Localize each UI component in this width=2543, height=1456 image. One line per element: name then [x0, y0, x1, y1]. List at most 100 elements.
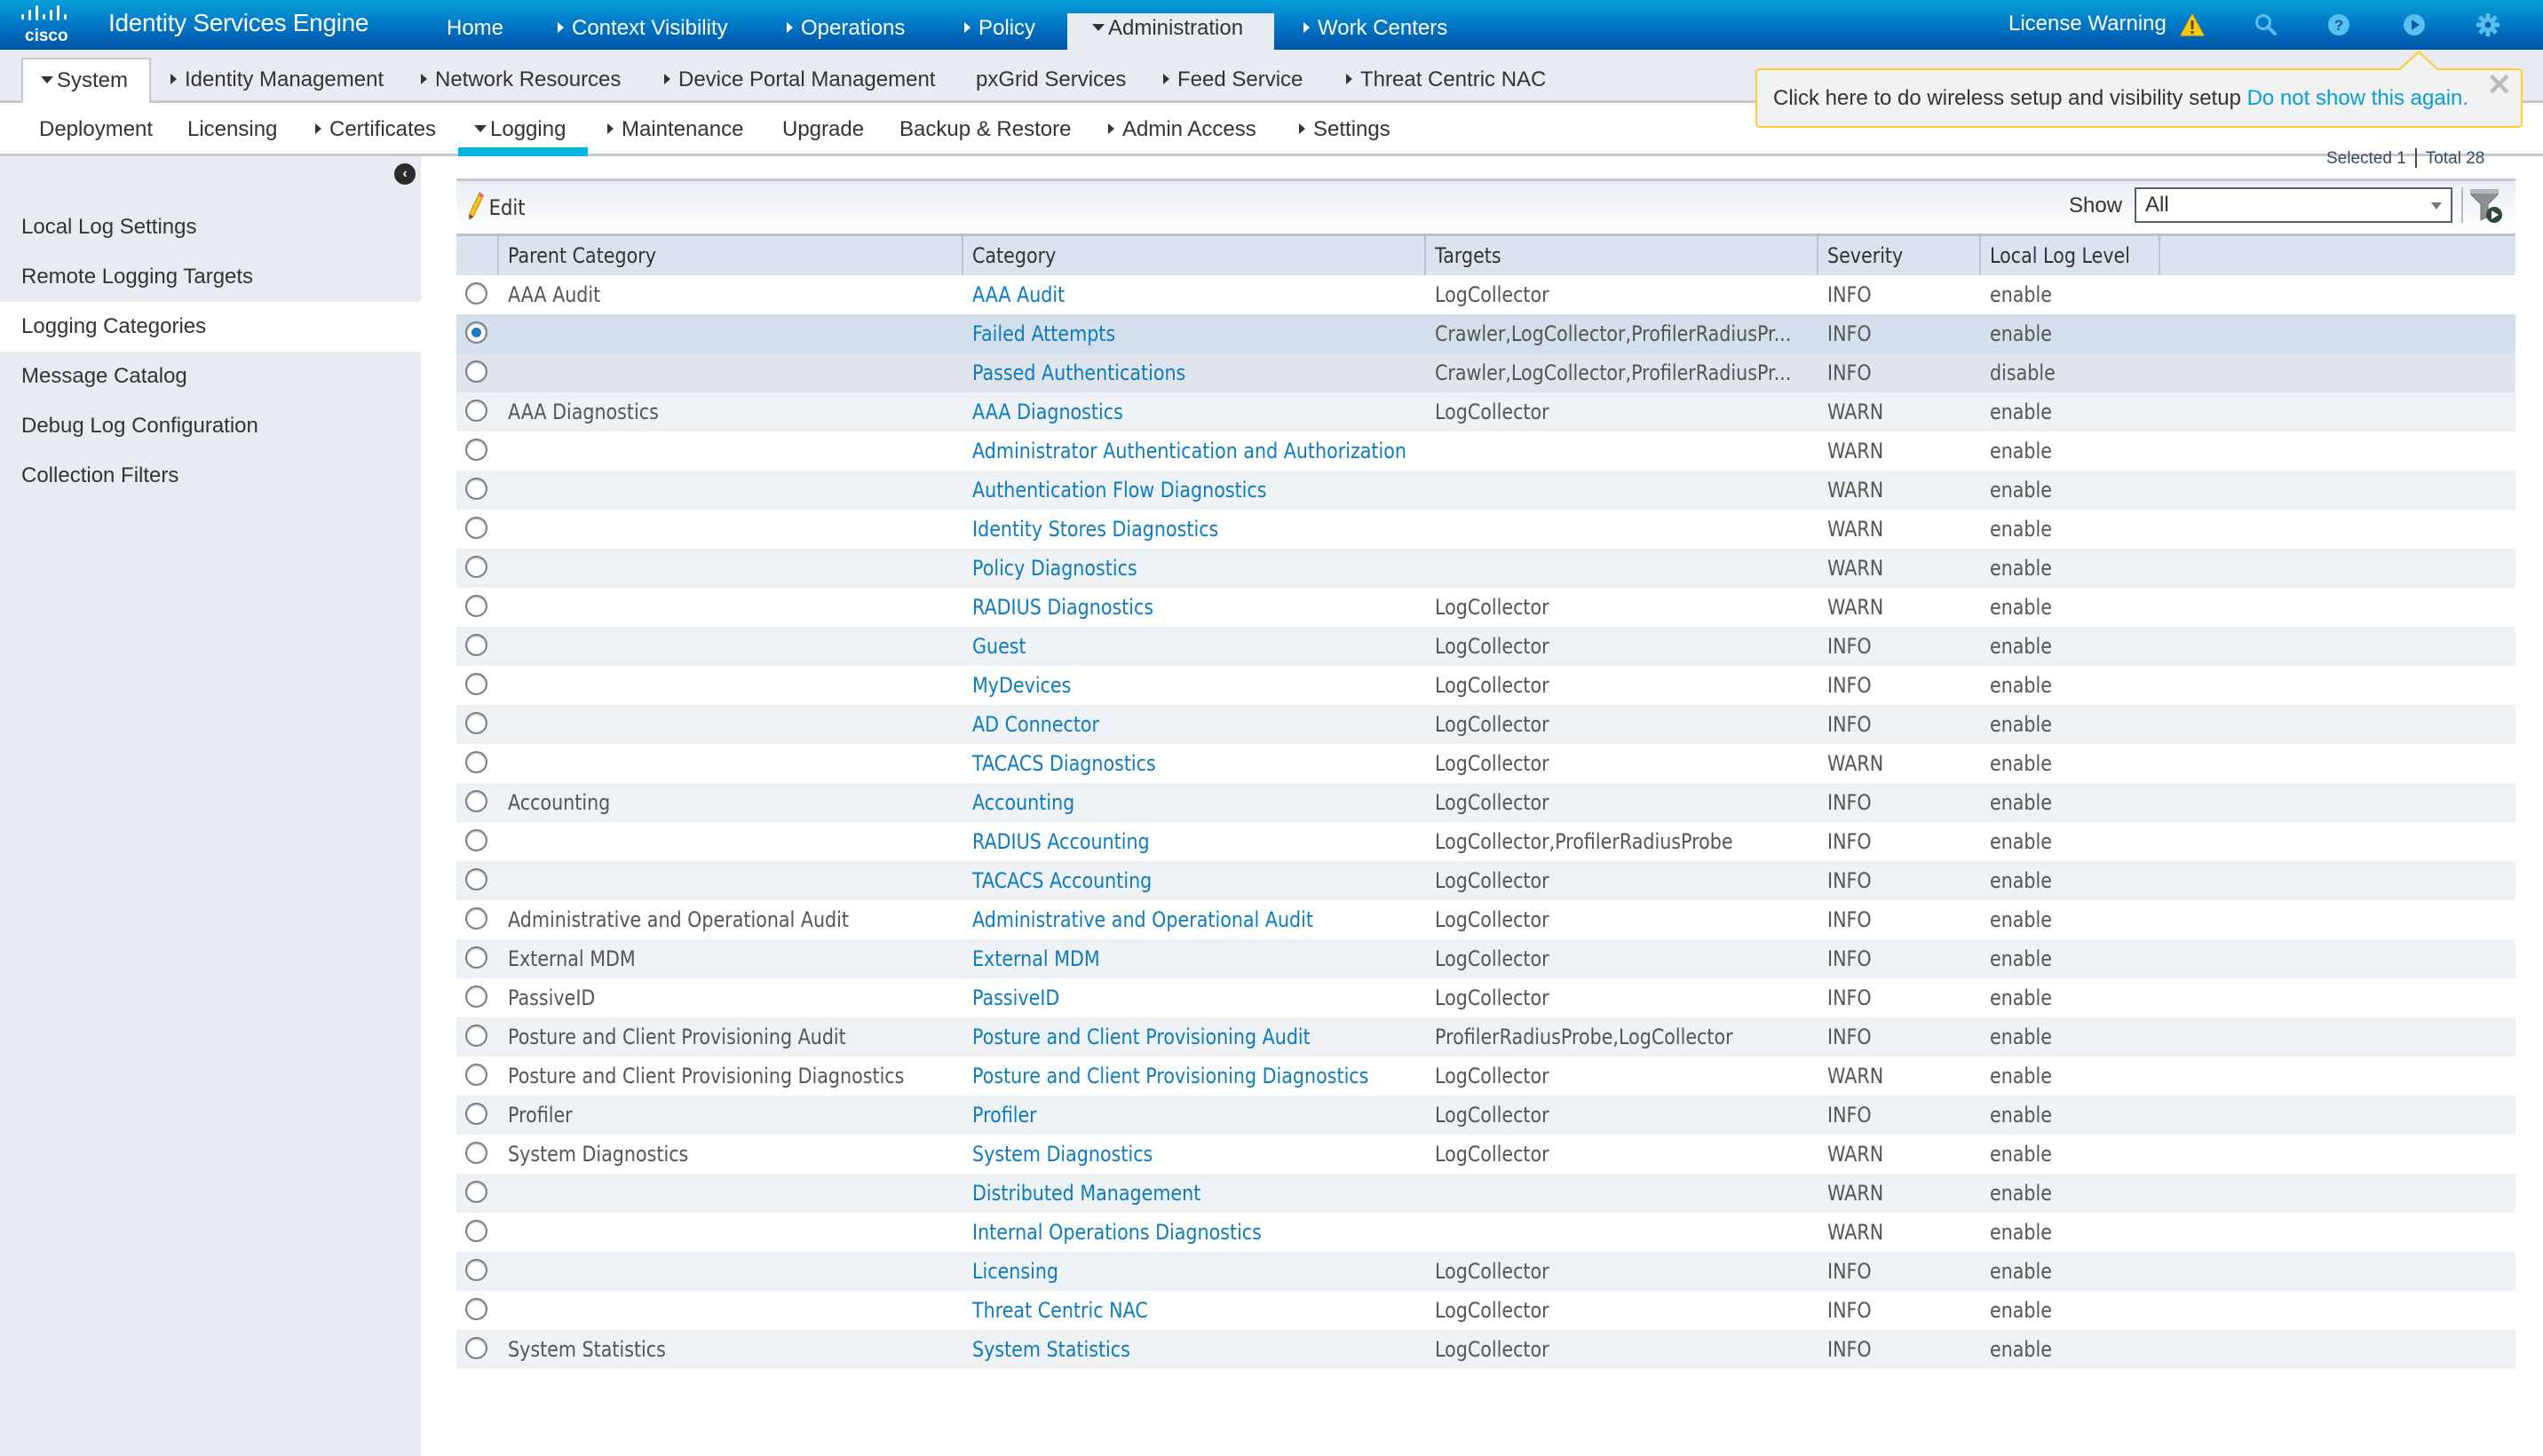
tab-licensing[interactable]: Licensing	[187, 112, 277, 147]
sidebar-item-remote-logging-targets[interactable]: Remote Logging Targets	[0, 252, 421, 302]
tab-certificates[interactable]: Certificates	[315, 112, 436, 147]
column-header-parent-category[interactable]: Parent Category	[508, 236, 680, 275]
table-row[interactable]: TACACS Accounting LogCollector INFO enab…	[456, 861, 2515, 900]
row-select-radio[interactable]	[465, 673, 487, 695]
cell-category-link[interactable]: Threat Centric NAC	[972, 1291, 1421, 1330]
cell-category-link[interactable]: Policy Diagnostics	[972, 549, 1421, 588]
sidebar-item-logging-categories[interactable]: Logging Categories	[0, 302, 421, 352]
table-row[interactable]: Failed Attempts Crawler,LogCollector,Pro…	[456, 314, 2515, 353]
topnav-administration[interactable]: Administration	[1067, 13, 1274, 50]
table-row[interactable]: AAA Diagnostics AAA Diagnostics LogColle…	[456, 392, 2515, 431]
show-filter-select[interactable]: All	[2135, 187, 2452, 223]
table-row[interactable]: Posture and Client Provisioning Audit Po…	[456, 1017, 2515, 1056]
row-select-radio[interactable]	[465, 946, 487, 969]
subnav-system[interactable]: System	[21, 58, 151, 105]
row-select-radio[interactable]	[465, 907, 487, 930]
table-row[interactable]: Internal Operations Diagnostics WARN ena…	[456, 1213, 2515, 1252]
topnav-policy[interactable]: Policy	[954, 13, 1046, 50]
column-header-category[interactable]: Category	[972, 236, 1070, 275]
topnav-work-centers[interactable]: Work Centers	[1293, 13, 1458, 50]
row-select-radio[interactable]	[465, 1298, 487, 1320]
subnav-pxgrid-services[interactable]: pxGrid Services	[958, 59, 1144, 103]
subnav-network-resources[interactable]: Network Resources	[403, 59, 638, 103]
cell-category-link[interactable]: TACACS Accounting	[972, 861, 1421, 900]
cell-category-link[interactable]: AD Connector	[972, 705, 1421, 744]
table-row[interactable]: Licensing LogCollector INFO enable	[456, 1252, 2515, 1291]
cell-category-link[interactable]: System Statistics	[972, 1330, 1421, 1369]
collapse-sidebar-icon[interactable]: ‹	[394, 163, 416, 185]
row-select-radio[interactable]	[465, 517, 487, 539]
tab-logging[interactable]: Logging	[474, 112, 566, 147]
row-select-radio[interactable]	[465, 439, 487, 461]
tab-maintenance[interactable]: Maintenance	[607, 112, 743, 147]
topnav-home[interactable]: Home	[436, 13, 514, 50]
search-icon[interactable]	[2254, 12, 2278, 37]
cell-category-link[interactable]: Administrator Authentication and Authori…	[972, 431, 1421, 471]
tab-backup-restore[interactable]: Backup & Restore	[899, 112, 1071, 147]
help-icon[interactable]: ?	[2326, 12, 2351, 37]
sidebar-item-collection-filters[interactable]: Collection Filters	[0, 451, 421, 501]
tab-upgrade[interactable]: Upgrade	[782, 112, 864, 147]
cell-category-link[interactable]: Posture and Client Provisioning Audit	[972, 1017, 1421, 1056]
row-select-radio[interactable]	[465, 321, 487, 344]
cell-category-link[interactable]: Administrative and Operational Audit	[972, 900, 1421, 939]
table-row[interactable]: RADIUS Diagnostics LogCollector WARN ena…	[456, 588, 2515, 627]
row-select-radio[interactable]	[465, 556, 487, 578]
topnav-context-visibility[interactable]: Context Visibility	[547, 13, 739, 50]
cell-category-link[interactable]: RADIUS Diagnostics	[972, 588, 1421, 627]
subnav-identity-management[interactable]: Identity Management	[153, 59, 401, 103]
row-select-radio[interactable]	[465, 1337, 487, 1359]
row-select-radio[interactable]	[465, 1220, 487, 1242]
cell-category-link[interactable]: Guest	[972, 627, 1421, 666]
cell-category-link[interactable]: Authentication Flow Diagnostics	[972, 471, 1421, 510]
sidebar-item-message-catalog[interactable]: Message Catalog	[0, 352, 421, 401]
table-row[interactable]: System Diagnostics System Diagnostics Lo…	[456, 1135, 2515, 1174]
table-row[interactable]: AAA Audit AAA Audit LogCollector INFO en…	[456, 275, 2515, 314]
setup-notification[interactable]: Click here to do wireless setup and visi…	[1755, 68, 2523, 128]
tab-deployment[interactable]: Deployment	[39, 112, 153, 147]
row-select-radio[interactable]	[465, 790, 487, 812]
do-not-show-again-link[interactable]: Do not show this again.	[2247, 86, 2468, 110]
table-row[interactable]: Administrator Authentication and Authori…	[456, 431, 2515, 471]
table-row[interactable]: Passed Authentications Crawler,LogCollec…	[456, 353, 2515, 392]
row-select-radio[interactable]	[465, 868, 487, 890]
column-header-targets[interactable]: Targets	[1435, 236, 1512, 275]
row-select-radio[interactable]	[465, 595, 487, 617]
row-select-radio[interactable]	[465, 985, 487, 1008]
cell-category-link[interactable]: System Diagnostics	[972, 1135, 1421, 1174]
table-row[interactable]: TACACS Diagnostics LogCollector WARN ena…	[456, 744, 2515, 783]
row-select-radio[interactable]	[465, 478, 487, 500]
table-row[interactable]: Accounting Accounting LogCollector INFO …	[456, 783, 2515, 822]
table-row[interactable]: MyDevices LogCollector INFO enable	[456, 666, 2515, 705]
cell-category-link[interactable]: Licensing	[972, 1252, 1421, 1291]
table-row[interactable]: PassiveID PassiveID LogCollector INFO en…	[456, 978, 2515, 1017]
row-select-radio[interactable]	[465, 634, 487, 656]
play-icon[interactable]	[2402, 12, 2427, 37]
cell-category-link[interactable]: Failed Attempts	[972, 314, 1421, 353]
cisco-logo-icon[interactable]: cisco	[20, 5, 87, 43]
table-row[interactable]: Posture and Client Provisioning Diagnost…	[456, 1056, 2515, 1096]
table-row[interactable]: External MDM External MDM LogCollector I…	[456, 939, 2515, 978]
row-select-radio[interactable]	[465, 1025, 487, 1047]
column-header-severity[interactable]: Severity	[1827, 236, 1915, 275]
table-row[interactable]: Policy Diagnostics WARN enable	[456, 549, 2515, 588]
table-row[interactable]: AD Connector LogCollector INFO enable	[456, 705, 2515, 744]
subnav-device-portal-management[interactable]: Device Portal Management	[646, 59, 953, 103]
row-select-radio[interactable]	[465, 1181, 487, 1203]
sidebar-item-local-log-settings[interactable]: Local Log Settings	[0, 202, 421, 252]
column-header-local-log-level[interactable]: Local Log Level	[1990, 236, 2153, 275]
row-select-radio[interactable]	[465, 712, 487, 734]
warning-icon[interactable]	[2180, 13, 2205, 36]
row-select-radio[interactable]	[465, 400, 487, 422]
table-row[interactable]: Authentication Flow Diagnostics WARN ena…	[456, 471, 2515, 510]
cell-category-link[interactable]: AAA Diagnostics	[972, 392, 1421, 431]
cell-category-link[interactable]: Distributed Management	[972, 1174, 1421, 1213]
notification-message[interactable]: Click here to do wireless setup and visi…	[1773, 86, 2241, 110]
subnav-feed-service[interactable]: Feed Service	[1145, 59, 1320, 103]
table-row[interactable]: RADIUS Accounting LogCollector,ProfilerR…	[456, 822, 2515, 861]
filter-icon[interactable]	[2468, 186, 2504, 224]
edit-button[interactable]: Edit	[467, 192, 526, 220]
table-row[interactable]: Profiler Profiler LogCollector INFO enab…	[456, 1096, 2515, 1135]
table-row[interactable]: Identity Stores Diagnostics WARN enable	[456, 510, 2515, 549]
cell-category-link[interactable]: TACACS Diagnostics	[972, 744, 1421, 783]
